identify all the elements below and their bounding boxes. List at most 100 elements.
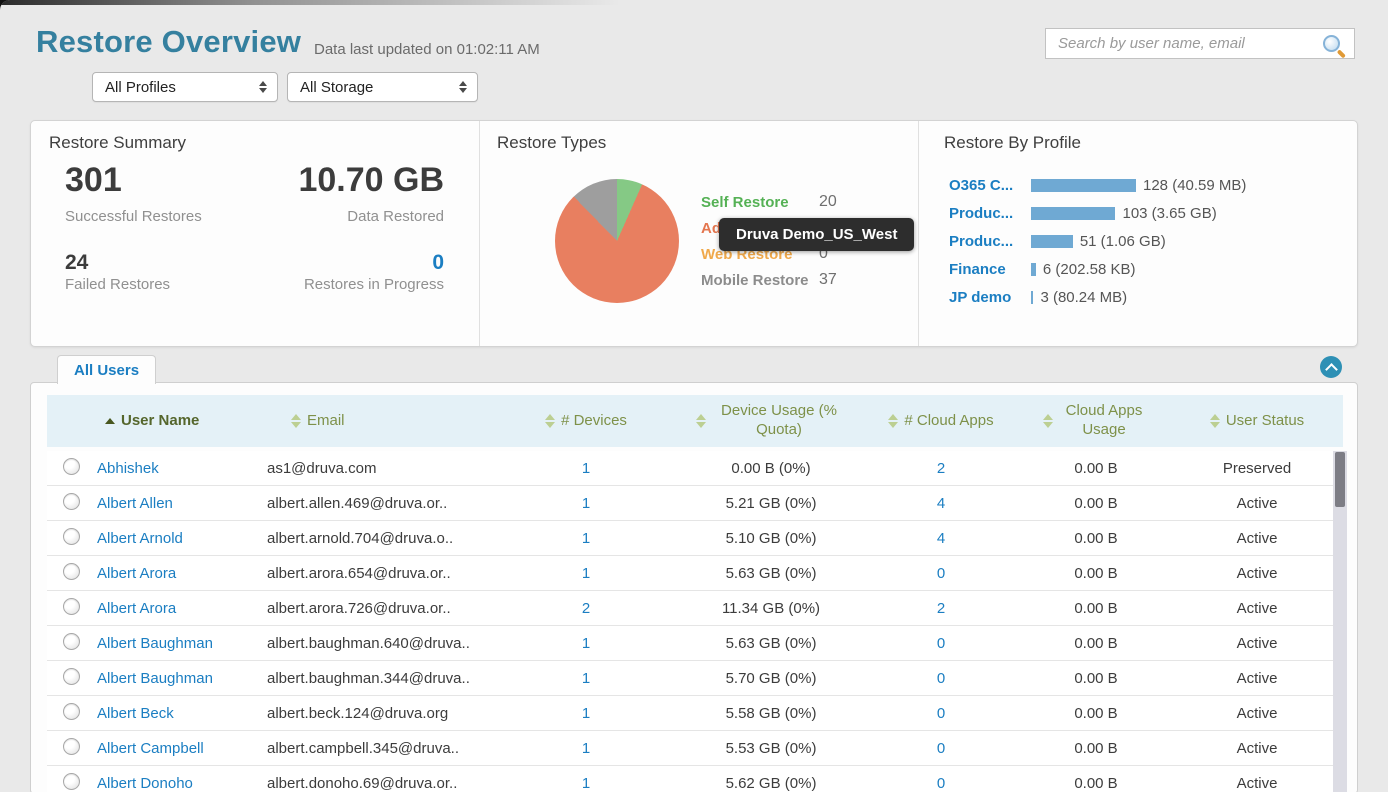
cell-device-usage: 5.70 GB (0%) <box>681 670 861 687</box>
row-select-radio[interactable] <box>63 528 80 545</box>
search-input[interactable] <box>1056 34 1323 53</box>
column-header-device-usage[interactable]: Device Usage (% Quota) <box>681 402 861 440</box>
cell-devices-link[interactable]: 1 <box>582 565 590 582</box>
cell-user-name-link[interactable]: Abhishek <box>97 460 159 477</box>
column-header-cloud-apps[interactable]: # Cloud Apps <box>861 412 1021 431</box>
table-scrollbar-thumb[interactable] <box>1335 452 1345 507</box>
column-header-email[interactable]: Email <box>261 412 491 431</box>
search-icon[interactable] <box>1323 35 1340 52</box>
cell-user-name-link[interactable]: Albert Arnold <box>97 530 183 547</box>
cell-user-status: Active <box>1171 670 1343 687</box>
cell-devices: 2 <box>491 600 681 617</box>
cell-devices-link[interactable]: 1 <box>582 635 590 652</box>
cell-devices-link[interactable]: 1 <box>582 530 590 547</box>
sort-icon <box>1043 414 1053 428</box>
profile-bar[interactable] <box>1031 291 1033 304</box>
cell-email: albert.allen.469@druva.or.. <box>261 495 491 512</box>
legend-value: 37 <box>819 271 837 289</box>
cell-cloud-apps-link[interactable]: 0 <box>937 635 945 652</box>
cell-cloud-apps-usage: 0.00 B <box>1021 530 1171 547</box>
profile-link[interactable]: Finance <box>949 261 1031 278</box>
profile-bar[interactable] <box>1031 235 1073 248</box>
row-select-radio[interactable] <box>63 633 80 650</box>
row-select-radio[interactable] <box>63 458 80 475</box>
profile-link[interactable]: JP demo <box>949 289 1031 306</box>
cell-cloud-apps-link[interactable]: 0 <box>937 670 945 687</box>
cell-devices-link[interactable]: 1 <box>582 705 590 722</box>
cell-cloud-apps: 0 <box>861 565 1021 582</box>
search-box[interactable] <box>1045 28 1355 59</box>
row-select-radio[interactable] <box>63 493 80 510</box>
row-select-radio[interactable] <box>63 703 80 720</box>
table-row: Albert Arnoldalbert.arnold.704@druva.o..… <box>47 521 1343 556</box>
profile-bar[interactable] <box>1031 179 1136 192</box>
cell-cloud-apps-link[interactable]: 2 <box>937 460 945 477</box>
cell-devices-link[interactable]: 2 <box>582 600 590 617</box>
cell-devices-link[interactable]: 1 <box>582 775 590 792</box>
restores-in-progress-value[interactable]: 0 <box>432 251 444 275</box>
profiles-select[interactable]: All Profiles <box>92 72 278 102</box>
cell-user-name-link[interactable]: Albert Baughman <box>97 670 213 687</box>
profile-bar[interactable] <box>1031 207 1115 220</box>
profile-bar-row: JP demo3 (80.24 MB) <box>949 283 1349 311</box>
cell-cloud-apps-link[interactable]: 0 <box>937 775 945 792</box>
cell-devices: 1 <box>491 530 681 547</box>
restore-types-pie[interactable] <box>555 179 679 303</box>
cell-user-name-link[interactable]: Albert Arora <box>97 565 176 582</box>
cell-cloud-apps-usage: 0.00 B <box>1021 565 1171 582</box>
cell-user-name-link[interactable]: Albert Allen <box>97 495 173 512</box>
cell-devices-link[interactable]: 1 <box>582 740 590 757</box>
profile-link[interactable]: Produc... <box>949 233 1031 250</box>
sort-icon <box>888 414 898 428</box>
table-row: Albert Donohoalbert.donoho.69@druva.or..… <box>47 766 1343 792</box>
cell-cloud-apps-link[interactable]: 4 <box>937 495 945 512</box>
cell-cloud-apps-usage: 0.00 B <box>1021 740 1171 757</box>
column-header-user-status[interactable]: User Status <box>1171 412 1343 431</box>
cell-cloud-apps-link[interactable]: 0 <box>937 565 945 582</box>
cell-cloud-apps-usage: 0.00 B <box>1021 460 1171 477</box>
row-select-cell <box>47 703 91 724</box>
cell-devices-link[interactable]: 1 <box>582 460 590 477</box>
cell-devices: 1 <box>491 740 681 757</box>
column-header-cloud-apps-usage[interactable]: Cloud Apps Usage <box>1021 402 1171 440</box>
profile-bar-row: Finance6 (202.58 KB) <box>949 255 1349 283</box>
row-select-radio[interactable] <box>63 738 80 755</box>
cell-cloud-apps-link[interactable]: 0 <box>937 740 945 757</box>
legend-item[interactable]: Self Restore20 <box>701 189 837 215</box>
cell-cloud-apps-link[interactable]: 2 <box>937 600 945 617</box>
row-select-radio[interactable] <box>63 773 80 790</box>
tab-all-users[interactable]: All Users <box>57 355 156 384</box>
column-header-devices[interactable]: # Devices <box>491 412 681 431</box>
cell-devices-link[interactable]: 1 <box>582 670 590 687</box>
column-header-user-name[interactable]: User Name <box>91 412 261 431</box>
row-select-radio[interactable] <box>63 668 80 685</box>
cell-device-usage: 5.62 GB (0%) <box>681 775 861 792</box>
cell-user-name-link[interactable]: Albert Baughman <box>97 635 213 652</box>
cell-user-name-link[interactable]: Albert Campbell <box>97 740 204 757</box>
profile-bar[interactable] <box>1031 263 1036 276</box>
restores-in-progress-label: Restores in Progress <box>304 276 444 293</box>
cell-cloud-apps-link[interactable]: 0 <box>937 705 945 722</box>
table-scrollbar[interactable] <box>1333 451 1347 792</box>
cell-device-usage: 5.53 GB (0%) <box>681 740 861 757</box>
cell-user-name-link[interactable]: Albert Arora <box>97 600 176 617</box>
cell-cloud-apps-link[interactable]: 4 <box>937 530 945 547</box>
profile-link[interactable]: O365 C... <box>949 177 1031 194</box>
row-select-radio[interactable] <box>63 563 80 580</box>
cell-user-name-link[interactable]: Albert Beck <box>97 705 174 722</box>
cell-devices: 1 <box>491 775 681 792</box>
cell-devices-link[interactable]: 1 <box>582 495 590 512</box>
storage-select[interactable]: All Storage <box>287 72 478 102</box>
sort-icon <box>291 414 301 428</box>
table-row: Albert Aroraalbert.arora.654@druva.or..1… <box>47 556 1343 591</box>
profile-link[interactable]: Produc... <box>949 205 1031 222</box>
row-select-cell <box>47 458 91 479</box>
cell-devices: 1 <box>491 705 681 722</box>
cell-user-name-link[interactable]: Albert Donoho <box>97 775 193 792</box>
collapse-panel-button[interactable] <box>1320 356 1342 378</box>
cell-devices: 1 <box>491 565 681 582</box>
cell-email: albert.baughman.640@druva.. <box>261 635 491 652</box>
row-select-radio[interactable] <box>63 598 80 615</box>
legend-item[interactable]: Mobile Restore37 <box>701 267 837 293</box>
cell-device-usage: 0.00 B (0%) <box>681 460 861 477</box>
